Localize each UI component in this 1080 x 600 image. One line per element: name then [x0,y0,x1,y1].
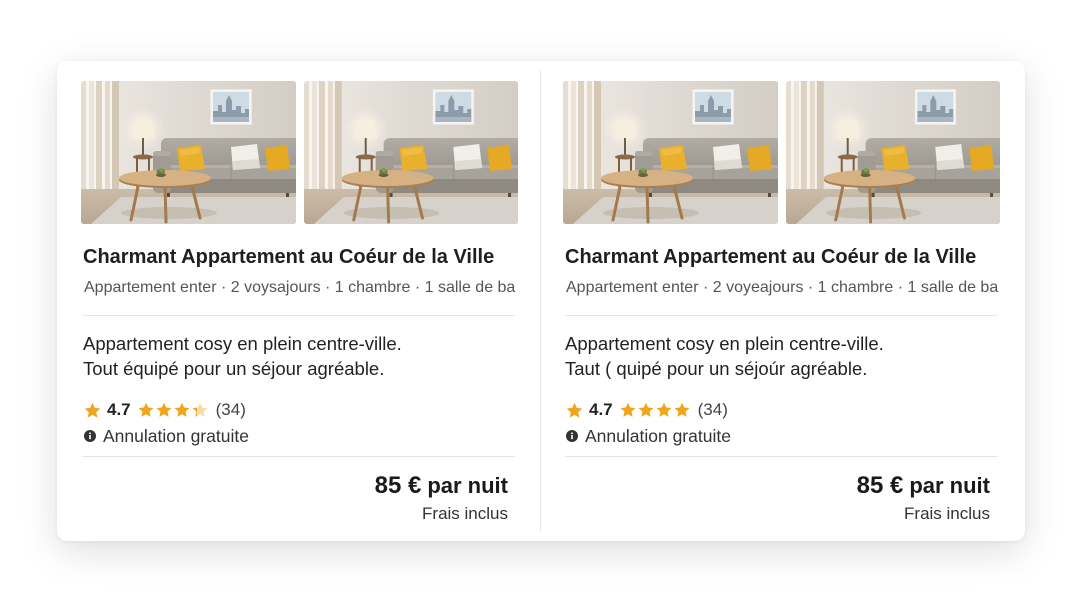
listing-title[interactable]: Charmant Appartement au Coéur de la Vill… [83,245,494,269]
photo-gallery [563,81,1000,224]
listing-title[interactable]: Charmant Appartement au Coéur de la Vill… [565,245,976,269]
rating-stars [620,402,690,418]
listing-details: Appartement enter · 2 voyeajours · 1 cha… [566,279,999,296]
rating-row: 4.7 (34) [566,399,728,421]
star-icon [84,402,101,418]
price-note: Frais inclus [904,504,990,523]
price-note: Frais inclus [422,504,508,523]
listing-card[interactable]: Charmant Appartement au Coéur de la Vill… [563,81,1000,533]
listing-description: Appartement cosy en plein centre-ville. … [565,331,884,381]
rating-row: 4.7 (34) [84,399,246,421]
description-line: Tout équipé pour un séjour agréable. [83,358,385,379]
rating-stars [138,402,208,418]
rating-star [620,402,636,418]
rating-star [656,402,672,418]
review-count[interactable]: (34) [698,400,728,420]
star-icon [566,402,583,418]
listing-photo[interactable] [786,81,1000,224]
divider [83,456,515,457]
divider [565,456,997,457]
living-room-photo [786,81,1000,224]
price-amount: 85 € [856,472,904,499]
listing-photo[interactable] [81,81,296,224]
rating-star [638,402,654,418]
nightly-price: 85 € par nuit [857,472,990,502]
column-divider [540,70,541,532]
info-icon [566,430,578,442]
living-room-photo [304,81,518,224]
rating-star [156,402,172,418]
listing-details: Appartement enter · 2 voysajours · 1 cha… [84,279,516,296]
info-icon [84,430,96,442]
rating-star [138,402,154,418]
description-line: Appartement cosy en plein centre-ville. [565,333,884,354]
living-room-photo [81,81,296,224]
listing-description: Appartement cosy en plein centre-ville. … [83,331,402,381]
rating-star [674,402,690,418]
listing-photo[interactable] [304,81,518,224]
description-line: Appartement cosy en plein centre-ville. [83,333,402,354]
price-unit: par nuit [427,473,508,498]
divider [565,315,997,316]
rating-score: 4.7 [589,400,613,419]
rating-score: 4.7 [107,400,131,419]
cancellation-label: Annulation gratuite [103,425,249,446]
price-unit: par nuit [909,473,990,498]
divider [83,315,515,316]
listing-card[interactable]: Charmant Appartement au Coéur de la Vill… [81,81,518,533]
photo-gallery [81,81,518,224]
review-count[interactable]: (34) [216,400,246,420]
cancellation-policy: Annulation gratuite [84,425,249,447]
cancellation-policy: Annulation gratuite [566,425,731,447]
rating-star [174,402,190,418]
nightly-price: 85 € par nuit [375,472,508,502]
cancellation-label: Annulation gratuite [585,425,731,446]
description-line: Taut ( quipé pour un séjoúr agréable. [565,358,868,379]
price-amount: 85 € [374,472,422,499]
listing-photo[interactable] [563,81,778,224]
rating-star [192,402,208,418]
listings-panel: Charmant Appartement au Coéur de la Vill… [57,61,1025,541]
living-room-photo [563,81,778,224]
